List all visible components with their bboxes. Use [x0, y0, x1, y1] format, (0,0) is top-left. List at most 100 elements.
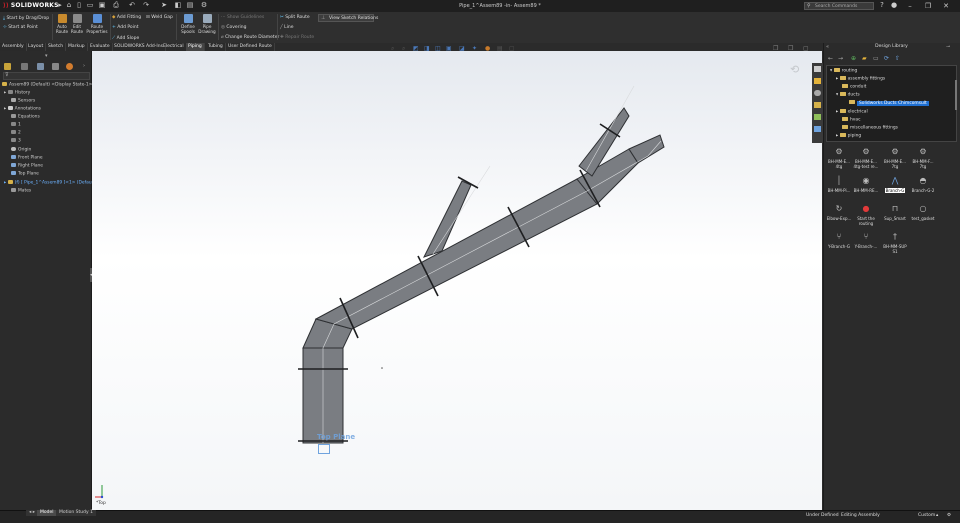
appearance-icon[interactable]: ● — [485, 45, 490, 52]
graphics-area[interactable]: Top Plane ⟲ *Top — [92, 51, 822, 510]
change-route-diameter-button[interactable]: ⌀ Change Route Diameter — [221, 35, 279, 40]
library-item[interactable]: ⚙ BH-MM-F... 7tg — [910, 148, 936, 169]
library-folder-routing[interactable]: ▾ routing — [830, 68, 857, 75]
hide-show-items-icon[interactable]: ✦ — [472, 45, 477, 52]
more-tabs-icon[interactable]: › — [83, 63, 85, 69]
help-icon[interactable]: ? — [878, 2, 886, 9]
forward-arrow-icon[interactable]: → — [838, 55, 843, 62]
view-palette-tab-icon[interactable] — [814, 102, 821, 108]
tree-item-origin[interactable]: Origin — [11, 147, 31, 153]
feature-manager-tab-icon[interactable] — [4, 63, 11, 70]
rebuild-icon[interactable]: ◧ — [174, 2, 182, 9]
library-item[interactable]: ↻ Elbow-Exp... — [826, 205, 852, 222]
library-folder-assembly-fittings[interactable]: ▸ assembly fittings — [836, 76, 885, 83]
tab-piping[interactable]: Piping — [186, 43, 205, 51]
tree-item-front-plane[interactable]: Front Plane — [11, 155, 43, 161]
configuration-manager-tab-icon[interactable] — [37, 63, 44, 70]
tab-assembly[interactable]: Assembly — [0, 43, 27, 51]
units-selector[interactable]: Custom — [918, 513, 935, 518]
library-item[interactable]: † BH-MM-SUP S1 — [882, 233, 908, 254]
view-orientation-icon[interactable]: ▣ — [446, 45, 452, 52]
library-folder-selected[interactable]: Solidworks Ducts Chimcomsult — [849, 100, 929, 107]
restore-button[interactable]: ❐ — [922, 1, 934, 11]
dimxpert-tab-icon[interactable] — [52, 63, 59, 70]
tab-evaluate[interactable]: Evaluate — [88, 43, 113, 51]
start-drag-drop-button[interactable]: ⤓ Start by Drag/Drop — [3, 15, 49, 21]
add-slope-button[interactable]: ⟋ Add Slope — [112, 35, 139, 41]
tree-item-right-plane[interactable]: Right Plane — [11, 163, 43, 169]
view-sketch-relations-button[interactable]: View Sketch Relations — [318, 14, 378, 22]
tab-markup[interactable]: Markup — [66, 43, 88, 51]
tab-motion-study-1[interactable]: Motion Study 1 — [56, 510, 96, 516]
library-item[interactable]: ⊓ Sup_Smart — [882, 205, 908, 222]
start-at-point-button[interactable]: ⊹ Start at Point — [3, 25, 38, 30]
define-spools-button[interactable]: Define Spools — [178, 14, 198, 34]
viewport-restore-icon[interactable]: ❐ — [773, 45, 778, 52]
tree-item-pipe-subassembly[interactable]: ▸ (f) [ Pipe_1^Assem89 ]<1> (Default) — [4, 180, 96, 186]
tree-item-1[interactable]: 1 — [11, 122, 21, 128]
viewport-tile-icon[interactable]: ❐ — [788, 45, 793, 52]
library-folder-conduit[interactable]: conduit — [842, 84, 866, 91]
library-item[interactable]: ◉ BH-MM-RE... — [853, 177, 879, 194]
solidworks-resources-tab-icon[interactable] — [814, 66, 821, 72]
line-button[interactable]: ╱ Line — [280, 25, 294, 30]
select-arrow-icon[interactable]: ➤ — [160, 2, 168, 9]
tree-filter-input[interactable] — [3, 72, 90, 80]
library-item[interactable]: ● Start the routing — [853, 205, 879, 226]
tree-item-annotations[interactable]: ▸ Annotations — [4, 106, 41, 112]
close-button[interactable]: ✕ — [940, 1, 952, 11]
library-folder-electrical[interactable]: ▸ electrical — [836, 109, 868, 116]
create-folder-icon[interactable]: ▭ — [873, 55, 879, 62]
undo-icon[interactable]: ↶ — [128, 2, 136, 9]
weld-gap-button[interactable]: ⊟ Weld Gap — [146, 15, 173, 20]
add-file-location-icon[interactable]: ▰ — [862, 55, 867, 62]
tab-layout[interactable]: Layout — [26, 43, 47, 51]
options-gear-icon[interactable]: ⚙ — [200, 2, 208, 9]
display-style-icon[interactable]: ◪ — [459, 45, 465, 52]
library-item[interactable]: ⚙ BH-MM-E... 4tg-test re... — [853, 148, 879, 169]
user-icon[interactable]: ● — [890, 2, 898, 9]
library-item-selected[interactable]: ⋀ Branch-G — [882, 177, 908, 194]
tab-model[interactable]: Model — [37, 510, 57, 516]
previous-view-icon[interactable]: ◩ — [413, 45, 419, 52]
zoom-area-icon[interactable]: ⌕ — [402, 45, 405, 53]
home-icon[interactable]: ⌂ — [65, 2, 73, 9]
search-commands-input[interactable]: Search Commands — [804, 2, 874, 10]
status-bar-options-icon[interactable]: ⚙ — [947, 513, 951, 518]
custom-properties-tab-icon[interactable] — [814, 126, 821, 132]
new-document-icon[interactable]: ▯ — [75, 2, 83, 9]
plane-origin-marker[interactable] — [318, 444, 330, 454]
tab-solidworks-add-ins[interactable]: SOLIDWORKS Add-Ins — [112, 43, 166, 51]
sketch-point[interactable] — [381, 367, 383, 369]
tab-sketch[interactable]: Sketch — [46, 43, 67, 51]
library-item[interactable]: ○ test_gasket — [910, 205, 936, 222]
library-item[interactable]: │ BH-MM-Pi... — [826, 177, 852, 194]
viewport-maximize-icon[interactable]: ▢ — [803, 45, 809, 52]
tree-item-top-plane[interactable]: Top Plane — [11, 171, 39, 177]
tree-item-sensors[interactable]: Sensors — [11, 98, 35, 104]
tree-item-mates[interactable]: Mates — [11, 188, 31, 194]
tree-scrollbar[interactable] — [955, 80, 957, 110]
view-settings-icon[interactable]: ▢ — [509, 45, 515, 52]
library-item[interactable]: ⑂ Y-Branch-G — [826, 233, 852, 250]
split-route-button[interactable]: ✂ Split Route — [280, 15, 310, 20]
pipe-drawing-button[interactable]: Pipe Drawing — [197, 14, 217, 34]
library-folder-misc-fittings[interactable]: miscellaneous fittings — [842, 125, 898, 132]
display-manager-tab-icon[interactable] — [66, 63, 73, 70]
tree-item-2[interactable]: 2 — [11, 130, 21, 136]
show-guidelines-button[interactable]: ⋯ Show Guidelines — [221, 15, 264, 20]
add-point-button[interactable]: + Add Point — [112, 25, 139, 30]
tab-tubing[interactable]: Tubing — [206, 43, 226, 51]
print-icon[interactable]: ⎙ — [112, 2, 120, 9]
tree-item-3[interactable]: 3 — [11, 138, 21, 144]
units-dropdown-icon[interactable]: ▴ — [936, 513, 938, 518]
library-item[interactable]: ⑂ Y-Branch-... — [853, 233, 879, 250]
route-properties-button[interactable]: Route Properties — [85, 14, 109, 34]
back-arrow-icon[interactable]: ← — [828, 55, 833, 62]
tab-user-defined-route[interactable]: User Defined Route — [226, 43, 275, 51]
zoom-to-fit-icon[interactable]: ⌕ — [391, 45, 394, 53]
up-folder-icon[interactable]: ⇧ — [895, 55, 900, 62]
library-item[interactable]: ◓ Branch-G-2 — [910, 177, 936, 194]
dynamic-annotation-icon[interactable]: ◫ — [435, 45, 441, 52]
panel-expand-icon[interactable]: ▾ — [45, 53, 48, 59]
